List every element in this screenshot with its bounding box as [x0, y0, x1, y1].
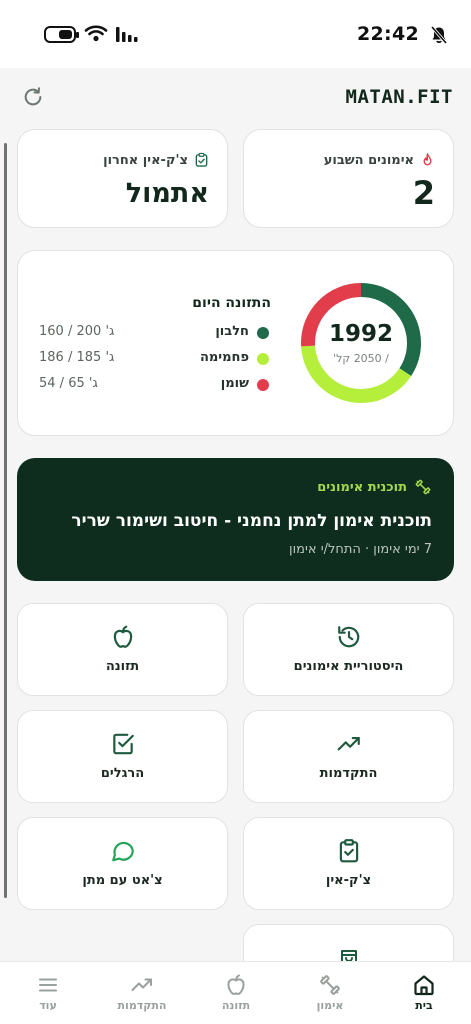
nav-label: התקדמות — [117, 999, 167, 1012]
nutrition-tile[interactable]: תזונה — [17, 603, 228, 696]
training-plan-subtitle[interactable]: 7 ימי אימון · התחל/י אימון — [289, 542, 432, 557]
calories-target: / 2050 קל' — [333, 352, 389, 365]
nav-label: עוד — [39, 999, 57, 1012]
refresh-icon[interactable] — [22, 86, 44, 108]
last-checkin-value: אתמול — [125, 178, 209, 209]
wifi-icon — [84, 25, 108, 42]
nav-home[interactable]: בית — [377, 962, 471, 1024]
apple-icon — [113, 625, 132, 648]
tile-label: היסטוריית אימונים — [293, 659, 404, 674]
calories-value: 1992 — [328, 321, 393, 347]
last-checkin-label: צ'ק-אין אחרון — [103, 152, 188, 168]
training-plan-card[interactable]: תוכנית אימונים תוכנית אימון למתן נחמני -… — [17, 458, 454, 581]
macro-name: שומן — [220, 376, 249, 391]
tile-label: צ'ק-אין — [325, 873, 372, 888]
history-tile[interactable]: היסטוריית אימונים — [243, 603, 454, 696]
chat-tile[interactable]: צ'אט עם מתן — [17, 817, 228, 910]
macro-fat: שומן ג' 65 / 54 — [39, 375, 271, 395]
chat-bubble-icon — [111, 841, 134, 862]
tile-label: צ'אט עם מתן — [82, 873, 163, 888]
macro-carbs: פחמימה ג' 185 / 186 — [39, 349, 271, 369]
training-plan-title: תוכנית אימון למתן נחמני - חיטוב ושימור ש… — [71, 511, 432, 531]
dumbbell-icon — [320, 975, 340, 995]
tile-label: הרגלים — [100, 766, 145, 781]
home-icon — [414, 975, 434, 996]
nav-nutrition[interactable]: תזונה — [189, 962, 283, 1024]
trending-up-icon — [337, 736, 360, 751]
nav-label: תזונה — [221, 999, 251, 1012]
fat-dot — [257, 379, 269, 391]
clipboard-check-icon — [339, 839, 358, 863]
signal-icon — [116, 27, 138, 42]
macro-value: ג' 185 / 186 — [39, 350, 115, 365]
nutrition-today-card[interactable]: 1992 / 2050 קל' התזונה היום חלבון ג' 200… — [17, 250, 454, 436]
clipboard-check-icon — [195, 152, 208, 167]
checkin-tile[interactable]: צ'ק-אין — [243, 817, 454, 910]
menu-icon — [39, 978, 57, 992]
history-icon — [337, 626, 359, 648]
status-bar: 22:42 — [0, 0, 471, 68]
nav-progress[interactable]: התקדמות — [95, 962, 189, 1024]
scrollbar[interactable] — [4, 143, 7, 898]
checkbox-icon — [112, 733, 134, 755]
nav-more[interactable]: עוד — [1, 962, 95, 1024]
bell-off-icon — [430, 25, 448, 45]
last-checkin-card[interactable]: צ'ק-אין אחרון אתמול — [17, 129, 228, 228]
nav-label: אימון — [316, 999, 344, 1012]
app-screen: 22:42 MATAN.FIT אימונים השבוע 2 צ'ק-אין … — [0, 0, 471, 1024]
nav-label: בית — [415, 999, 433, 1012]
fire-icon — [423, 153, 432, 166]
macro-value: ג' 200 / 160 — [39, 324, 115, 339]
dumbbell-icon — [415, 479, 431, 495]
tile-label: תזונה — [105, 659, 140, 674]
trending-up-icon — [131, 978, 152, 991]
tile-label: התקדמות — [319, 766, 378, 781]
carbs-dot — [257, 353, 269, 365]
clock: 22:42 — [357, 23, 419, 45]
brand-logo: MATAN.FIT — [345, 86, 453, 108]
habits-tile[interactable]: הרגלים — [17, 710, 228, 803]
training-plan-label: תוכנית אימונים — [317, 479, 407, 495]
calorie-ring: 1992 / 2050 קל' — [297, 279, 425, 407]
bottom-nav: בית אימון תזונה התקדמות עוד — [0, 961, 471, 1024]
app-header: MATAN.FIT — [0, 68, 471, 126]
protein-dot — [257, 327, 269, 339]
apple-icon — [227, 974, 245, 995]
macro-protein: חלבון ג' 200 / 160 — [39, 323, 271, 343]
progress-tile[interactable]: התקדמות — [243, 710, 454, 803]
macro-name: פחמימה — [199, 350, 249, 365]
workouts-week-value: 2 — [412, 174, 435, 212]
macro-name: חלבון — [215, 324, 249, 339]
macro-value: ג' 65 / 54 — [39, 376, 98, 391]
nav-workout[interactable]: אימון — [283, 962, 377, 1024]
workouts-week-card[interactable]: אימונים השבוע 2 — [243, 129, 454, 228]
battery-icon — [44, 26, 79, 43]
nutrition-title: התזונה היום — [192, 295, 271, 311]
workouts-week-label: אימונים השבוע — [323, 152, 414, 168]
